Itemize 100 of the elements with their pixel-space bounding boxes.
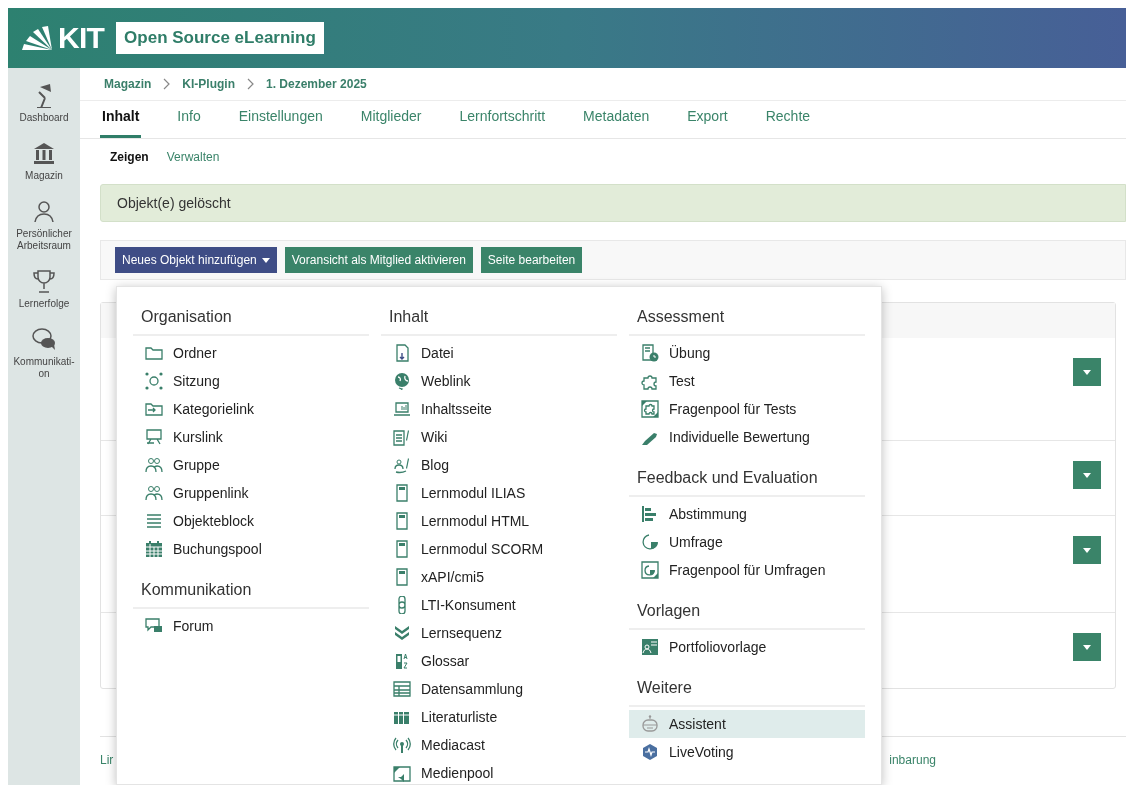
table-icon	[393, 680, 411, 698]
pie-chart-icon	[641, 533, 659, 551]
subtab[interactable]: Zeigen	[110, 148, 149, 166]
puzzle-frame-icon	[641, 400, 659, 418]
logo-text: KIT	[58, 23, 105, 53]
tab[interactable]: Mitglieder	[358, 106, 424, 138]
menu-item[interactable]: Datensammlung	[381, 675, 617, 703]
menu-item[interactable]: Wiki	[381, 423, 617, 451]
pie-frame-icon	[641, 561, 659, 579]
menu-item[interactable]: Kategorielink	[133, 395, 369, 423]
toolbar-button[interactable]: Seite bearbeiten	[480, 247, 583, 273]
tab[interactable]: Einstellungen	[236, 106, 325, 138]
menu-item[interactable]: Portfoliovorlage	[629, 633, 865, 661]
breadcrumb-link[interactable]: 1. Dezember 2025	[266, 75, 367, 93]
add-object-button[interactable]: Neues Objekt hinzufügen	[115, 247, 277, 273]
person-pen-icon	[393, 456, 411, 474]
tab[interactable]: Export	[685, 106, 730, 138]
chat-icon	[31, 326, 57, 352]
menu-item[interactable]: Kurslink	[133, 423, 369, 451]
list-icon	[145, 512, 163, 530]
menu-item[interactable]: Lernsequenz	[381, 619, 617, 647]
toolbar-button[interactable]: Voransicht als Mitglied aktivieren	[284, 247, 473, 273]
menu-item[interactable]: Gruppenlink	[133, 479, 369, 507]
sidebar-item[interactable]: Magazin	[8, 140, 80, 182]
network-icon	[641, 743, 659, 761]
folder-arrow-icon	[145, 400, 163, 418]
book-icon	[393, 512, 411, 530]
folder-icon	[145, 344, 163, 362]
footer-link[interactable]: inbarung	[889, 751, 936, 769]
subtab[interactable]: Verwalten	[166, 148, 220, 166]
menu-item[interactable]: Datei	[381, 339, 617, 367]
trophy-icon	[31, 268, 57, 294]
tab[interactable]: Info	[175, 106, 203, 138]
row-actions-button[interactable]	[1073, 358, 1101, 386]
menu-item[interactable]: LiveVoting	[629, 738, 865, 766]
menu-item[interactable]: Lernmodul HTML	[381, 507, 617, 535]
footer-link[interactable]: Lir	[100, 751, 114, 769]
logo-icon	[20, 25, 54, 51]
section-heading: Inhalt	[381, 305, 617, 336]
menu-item[interactable]: Literaturliste	[381, 703, 617, 731]
menu-item[interactable]: Lernmodul ILIAS	[381, 479, 617, 507]
sidebar-item[interactable]: Dashboard	[8, 82, 80, 124]
section-heading: Organisation	[133, 305, 369, 336]
bank-icon	[31, 140, 57, 166]
menu-item[interactable]: Übung	[629, 339, 865, 367]
sidebar-item[interactable]: Lernerfolge	[8, 268, 80, 310]
puzzle-icon	[641, 372, 659, 390]
menu-item[interactable]: Abstimmung	[629, 500, 865, 528]
caret-icon	[1083, 472, 1091, 478]
menu-item[interactable]: Weblink	[381, 367, 617, 395]
menu-item[interactable]: Objekteblock	[133, 507, 369, 535]
caret-icon	[1083, 644, 1091, 650]
row-actions-button[interactable]	[1073, 536, 1101, 564]
menu-item[interactable]: Forum	[133, 612, 369, 640]
row-actions-button[interactable]	[1073, 461, 1101, 489]
portfolio-icon	[641, 638, 659, 656]
sidebar-item[interactable]: Persönlicher Arbeitsraum	[8, 198, 80, 252]
menu-item[interactable]: Fragenpool für Umfragen	[629, 556, 865, 584]
people-icon	[145, 456, 163, 474]
menu-item[interactable]: Gruppe	[133, 451, 369, 479]
file-icon	[393, 344, 411, 362]
breadcrumb-link[interactable]: Magazin	[104, 75, 152, 93]
menu-item[interactable]: LTI-Konsument	[381, 591, 617, 619]
menu-item[interactable]: Sitzung	[133, 367, 369, 395]
menu-item[interactable]: Buchungspool	[133, 535, 369, 563]
section-heading: Kommunikation	[133, 578, 369, 609]
tab[interactable]: Inhalt	[100, 106, 142, 138]
menu-item[interactable]: Blog	[381, 451, 617, 479]
section-heading: Feedback und Evaluation	[629, 466, 865, 497]
calendar-icon	[145, 540, 163, 558]
menu-item[interactable]: xAPI/cmi5	[381, 563, 617, 591]
tab[interactable]: Rechte	[763, 106, 813, 138]
row-actions-button[interactable]	[1073, 633, 1101, 661]
site-title: Open Source eLearning	[116, 22, 324, 54]
section-heading: Assessment	[629, 305, 865, 336]
clipboard-clock-icon	[641, 344, 659, 362]
chevrons-icon	[393, 624, 411, 642]
menu-item[interactable]: Lernmodul SCORM	[381, 535, 617, 563]
globe-icon	[393, 372, 411, 390]
breadcrumb-link[interactable]: KI-Plugin	[182, 75, 235, 93]
section-heading: Weitere	[629, 676, 865, 707]
menu-item[interactable]: Ordner	[133, 339, 369, 367]
menu-item[interactable]: Fragenpool für Tests	[629, 395, 865, 423]
media-icon	[393, 764, 411, 782]
menu-item[interactable]: Mediacast	[381, 731, 617, 759]
menu-item[interactable]: Test	[629, 367, 865, 395]
menu-item[interactable]: Assistent	[629, 710, 865, 738]
sidebar-item[interactable]: Kommunikati- on	[8, 326, 80, 380]
robot-icon	[641, 715, 659, 733]
caret-icon	[1083, 547, 1091, 553]
menu-item[interactable]: Glossar	[381, 647, 617, 675]
menu-item[interactable]: Medienpool	[381, 759, 617, 784]
tab[interactable]: Metadaten	[581, 106, 652, 138]
menu-item[interactable]: Inhaltsseite	[381, 395, 617, 423]
menu-item[interactable]: Individuelle Bewertung	[629, 423, 865, 451]
menu-item[interactable]: Umfrage	[629, 528, 865, 556]
bar-chart-icon	[641, 505, 659, 523]
page-pen-icon	[393, 428, 411, 446]
book-icon	[393, 568, 411, 586]
tab[interactable]: Lernfortschritt	[457, 106, 548, 138]
